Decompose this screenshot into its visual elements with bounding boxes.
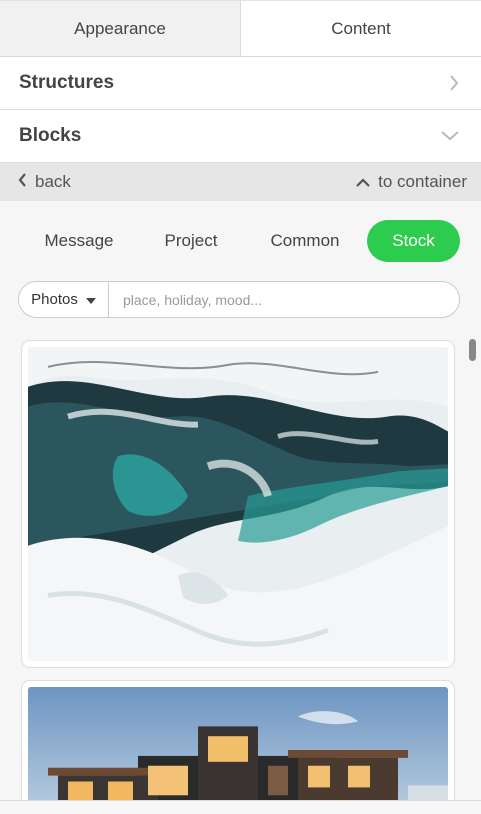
stock-image-card[interactable] bbox=[21, 680, 455, 814]
to-container-label: to container bbox=[378, 172, 467, 191]
source-tabs: Message Project Common Stock bbox=[0, 220, 481, 262]
tab-common[interactable]: Common bbox=[250, 220, 360, 262]
chevron-down-icon bbox=[441, 131, 459, 141]
section-structures[interactable]: Structures bbox=[0, 57, 481, 110]
section-structures-label: Structures bbox=[19, 72, 115, 93]
stock-search: Photos bbox=[18, 281, 460, 318]
navigation-bar: back to container bbox=[0, 163, 481, 201]
to-container-button[interactable]: to container bbox=[356, 172, 467, 192]
section-blocks[interactable]: Blocks bbox=[0, 110, 481, 163]
snowy-river-aerial-photo bbox=[28, 347, 448, 661]
tab-project[interactable]: Project bbox=[132, 220, 250, 262]
scrollbar-thumb[interactable] bbox=[469, 339, 476, 361]
chevron-up-icon bbox=[356, 172, 370, 192]
tab-appearance[interactable]: Appearance bbox=[0, 0, 240, 56]
media-type-label: Photos bbox=[31, 291, 78, 308]
back-button[interactable]: back bbox=[18, 172, 71, 192]
media-type-dropdown[interactable]: Photos bbox=[19, 282, 109, 317]
panel-footer bbox=[0, 800, 481, 814]
tab-message[interactable]: Message bbox=[26, 220, 132, 262]
back-label: back bbox=[35, 172, 71, 191]
tab-content[interactable]: Content bbox=[240, 0, 481, 56]
search-input[interactable] bbox=[109, 282, 459, 317]
stock-image-card[interactable] bbox=[21, 340, 455, 668]
tab-stock[interactable]: Stock bbox=[367, 220, 460, 262]
chevron-right-icon bbox=[449, 75, 459, 91]
caret-down-icon bbox=[85, 291, 96, 308]
chevron-left-icon bbox=[18, 172, 27, 192]
panel-tabs: Appearance Content bbox=[0, 0, 481, 57]
modern-house-photo bbox=[28, 687, 448, 813]
section-blocks-label: Blocks bbox=[19, 125, 82, 146]
